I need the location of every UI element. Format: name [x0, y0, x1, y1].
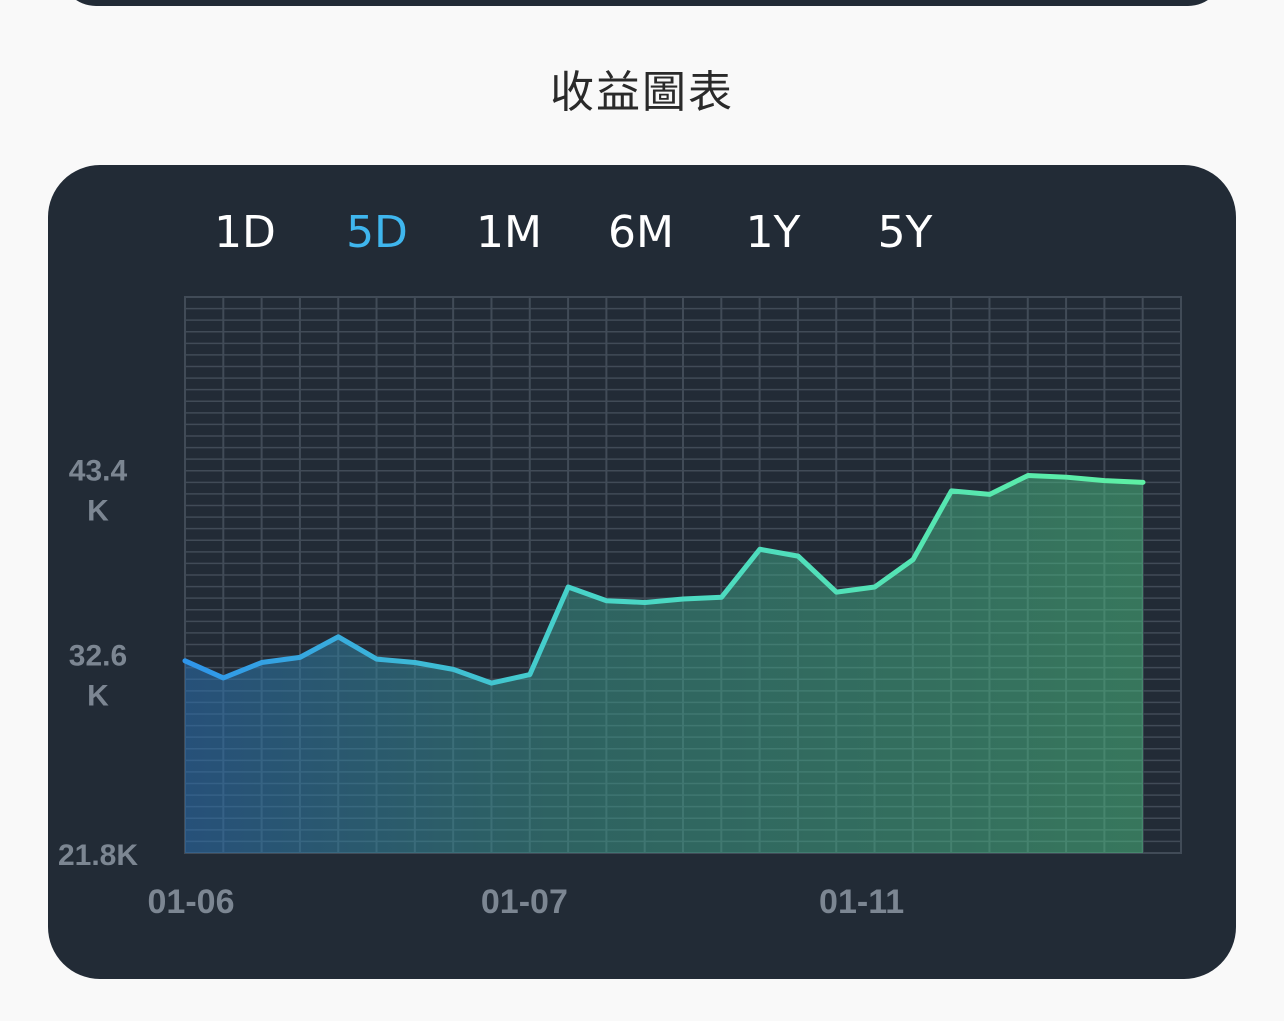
earnings-area-chart: 43.4 K 32.6 K 21.8K 01-06 01-07 01-11: [58, 296, 1182, 921]
y-axis: 43.4 K 32.6 K 21.8K: [58, 454, 138, 872]
x-tick-label: 01-07: [481, 883, 568, 921]
x-tick-label: 01-11: [819, 883, 904, 921]
y-tick-label: 32.6 K: [69, 640, 127, 713]
y-tick-label: 43.4 K: [69, 454, 128, 527]
x-tick-label: 01-06: [148, 883, 235, 921]
x-axis: 01-06 01-07 01-11: [148, 883, 905, 921]
page-title: 收益圖表: [550, 67, 734, 118]
y-tick-label: 21.8K: [58, 839, 138, 872]
earnings-chart-card: 1D 5D 1M 6M 1Y 5Y 43.4 K 32.6 K 21.8K 01-06 0…: [48, 165, 1236, 979]
series-area-fill: [185, 475, 1143, 853]
previous-card-bottom: [60, 0, 1224, 6]
